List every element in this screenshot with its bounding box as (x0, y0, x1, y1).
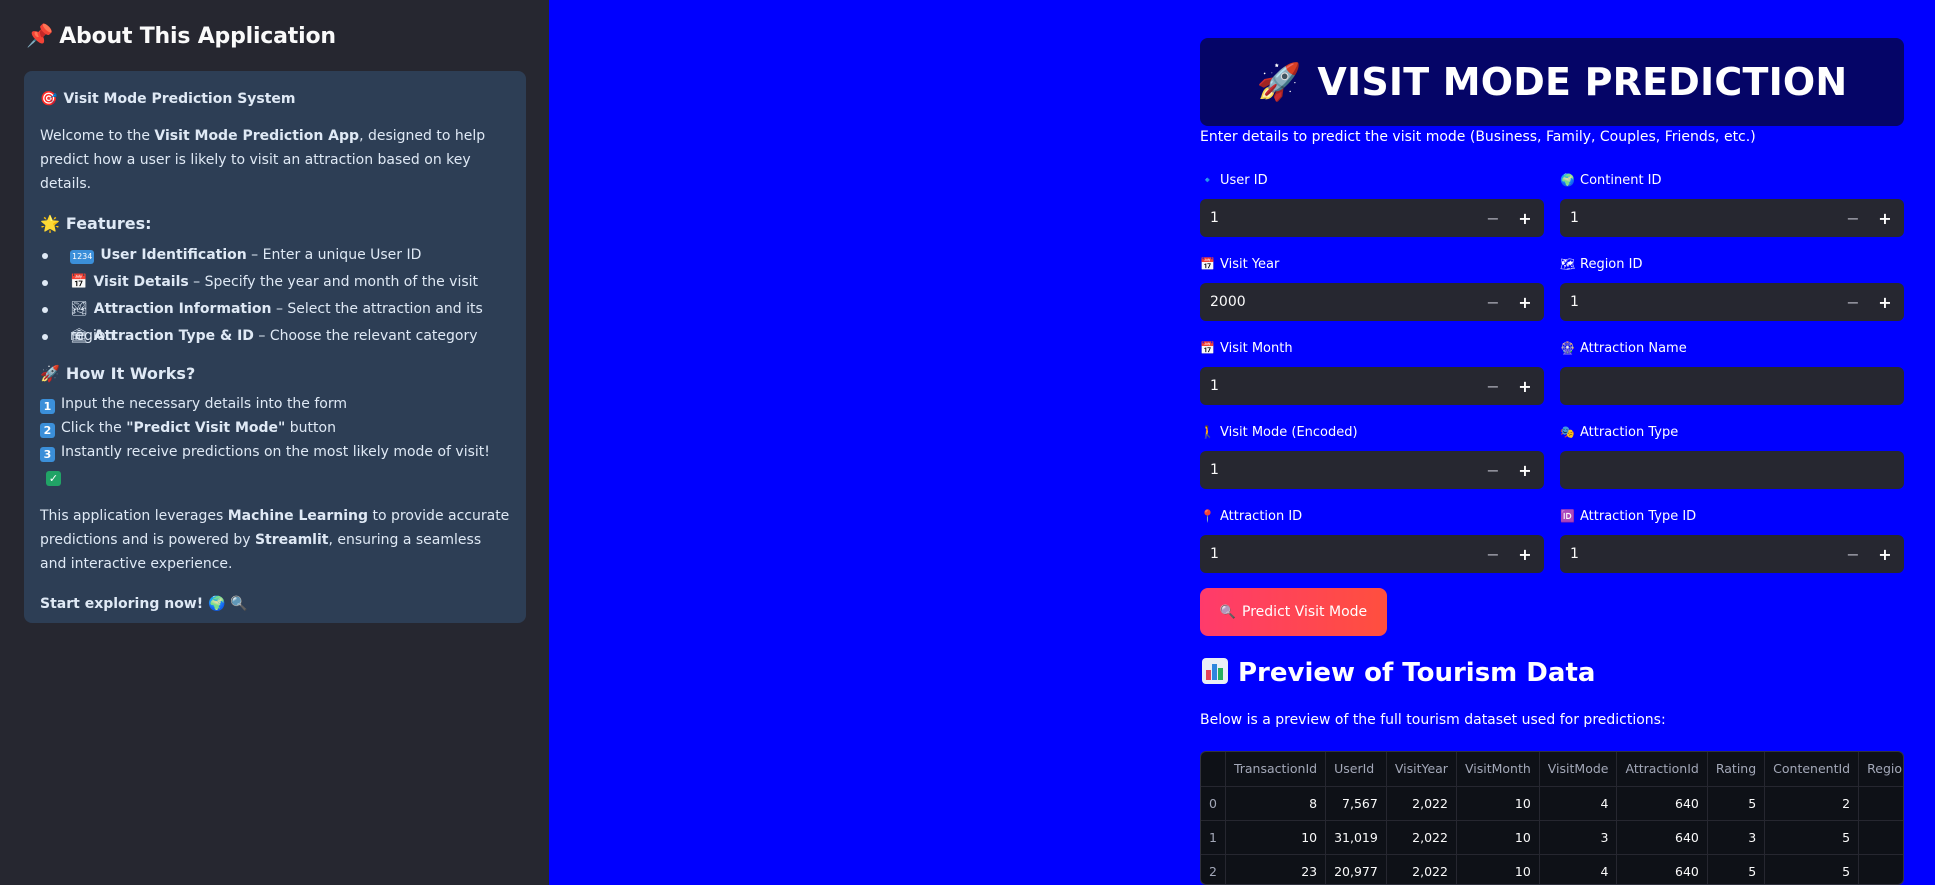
attraction-type-id-field: 🆔 Attraction Type ID 1 − + (1560, 506, 1904, 573)
attraction-name-field: 🎡 Attraction Name (1560, 338, 1904, 405)
sidebar: 📌 About This Application 🎯 Visit Mode Pred… (0, 0, 549, 885)
increment-button[interactable]: + (1869, 283, 1901, 321)
increment-button[interactable]: + (1509, 199, 1541, 237)
hero-banner: 🚀 VISIT MODE PREDICTION (1200, 38, 1904, 126)
list-item: 🏞 Attraction Information – Select the att… (42, 296, 510, 344)
region-id-input[interactable]: 1 − + (1560, 283, 1904, 321)
continent-id-input[interactable]: 1 − + (1560, 199, 1904, 237)
welcome-text: Welcome to the Visit Mode Prediction App… (40, 128, 486, 192)
about-info-box: 🎯 Visit Mode Prediction System Welcome to… (24, 71, 526, 623)
page-title: VISIT MODE PREDICTION (1317, 60, 1848, 104)
list-item: 1234 User Identification – Enter a unique… (42, 242, 510, 269)
increment-button[interactable]: + (1869, 199, 1901, 237)
attraction-name-input[interactable] (1560, 367, 1904, 405)
attraction-id-input[interactable]: 1 − + (1200, 535, 1544, 573)
list-item: 3 Instantly receive predictions on the mo… (40, 440, 510, 488)
list-item: 🏛 Attraction Type & ID – Choose the relev… (42, 323, 510, 350)
list-item: 📅 Visit Details – Specify the year and mo… (42, 269, 510, 296)
decrement-button[interactable]: − (1837, 199, 1869, 237)
rocket-icon: 🚀 (1256, 62, 1302, 103)
column-header[interactable]: VisitMode (1539, 752, 1618, 787)
increment-button[interactable]: + (1509, 451, 1541, 489)
column-header[interactable]: RegionId (1858, 752, 1903, 787)
region-id-field: 🗺 Region ID 1 − + (1560, 254, 1904, 321)
column-header[interactable]: Rating (1707, 752, 1766, 787)
table-row[interactable]: 0 8 7,567 2,022 10 4 640 5 2 (1201, 786, 1903, 821)
decrement-button[interactable]: − (1477, 283, 1509, 321)
user-id-input[interactable]: 1 − + (1200, 199, 1544, 237)
visit-mode-field: 🚶 Visit Mode (Encoded) 1 − + (1200, 422, 1544, 489)
numbers-icon: 1234 (70, 250, 95, 264)
increment-button[interactable]: + (1509, 535, 1541, 573)
page-subtitle: Enter details to predict the visit mode … (1200, 129, 1756, 145)
attraction-id-field: 📍 Attraction ID 1 − + (1200, 506, 1544, 573)
how-it-works-heading: 🚀 How It Works? (40, 362, 510, 386)
features-list: 1234 User Identification – Enter a unique… (40, 242, 510, 350)
column-header[interactable]: ContenentId (1764, 752, 1860, 787)
column-header[interactable]: TransactionId (1225, 752, 1327, 787)
data-table[interactable]: TransactionId UserId VisitYear VisitMont… (1200, 751, 1904, 885)
attraction-type-input[interactable] (1560, 451, 1904, 489)
features-heading: 🌟 Features: (40, 212, 510, 236)
decrement-button[interactable]: − (1477, 199, 1509, 237)
predict-visit-mode-button[interactable]: 🔍 Predict Visit Mode (1200, 588, 1387, 636)
visit-mode-input[interactable]: 1 − + (1200, 451, 1544, 489)
list-item: 1 Input the necessary details into the fo… (40, 392, 510, 416)
ml-description: This application leverages Machine Learn… (40, 508, 510, 572)
column-header[interactable]: AttractionId (1616, 752, 1708, 787)
map-icon: 🗺 (1560, 257, 1576, 271)
main-content: 🚀 VISIT MODE PREDICTION Enter details to… (1200, 0, 1904, 885)
sidebar-title: 📌 About This Application (26, 24, 336, 49)
rocket-icon: 🚀 (40, 364, 60, 383)
column-header[interactable]: UserId (1325, 752, 1387, 787)
check-mark-icon: ✓ (46, 471, 61, 486)
visit-month-input[interactable]: 1 − + (1200, 367, 1544, 405)
attraction-type-id-input[interactable]: 1 − + (1560, 535, 1904, 573)
attraction-type-field: 🎭 Attraction Type (1560, 422, 1904, 489)
cta-text: Start exploring now! 🌍 🔍 (40, 596, 248, 612)
theater-masks-icon: 🎭 (1560, 425, 1575, 439)
calendar-icon: 📅 (1200, 341, 1215, 355)
increment-button[interactable]: + (1509, 283, 1541, 321)
pushpin-icon: 📌 (26, 24, 54, 49)
walking-person-icon: 🚶 (1200, 425, 1215, 439)
landscape-icon: 🏞 (70, 301, 88, 317)
id-icon: 🆔 (1560, 509, 1575, 523)
user-id-field: 🔹 User ID 1 − + (1200, 170, 1544, 237)
globe-icon: 🌍 (1560, 173, 1575, 187)
decrement-button[interactable]: − (1477, 451, 1509, 489)
calendar-icon: 📅 (70, 274, 88, 290)
decrement-button[interactable]: − (1477, 535, 1509, 573)
visit-month-field: 📅 Visit Month 1 − + (1200, 338, 1544, 405)
steps-list: 1 Input the necessary details into the fo… (40, 392, 510, 488)
blue-diamond-icon: 🔹 (1200, 173, 1215, 187)
continent-id-field: 🌍 Continent ID 1 − + (1560, 170, 1904, 237)
target-icon: 🎯 (40, 91, 58, 107)
ferris-wheel-icon: 🎡 (1560, 341, 1575, 355)
table-header-row: TransactionId UserId VisitYear VisitMont… (1201, 752, 1903, 787)
calendar-icon: 📅 (1200, 257, 1215, 271)
preview-heading: Preview of Tourism Data (1202, 658, 1595, 688)
column-header[interactable]: VisitYear (1386, 752, 1457, 787)
column-header[interactable]: VisitMonth (1456, 752, 1540, 787)
decrement-button[interactable]: − (1477, 367, 1509, 405)
visit-year-field: 📅 Visit Year 2000 − + (1200, 254, 1544, 321)
preview-description: Below is a preview of the full tourism d… (1200, 712, 1666, 728)
visit-year-input[interactable]: 2000 − + (1200, 283, 1544, 321)
bar-chart-icon (1202, 658, 1228, 684)
table-row[interactable]: 2 23 20,977 2,022 10 4 640 5 5 2 (1201, 854, 1903, 884)
table-row[interactable]: 1 10 31,019 2,022 10 3 640 3 5 1 (1201, 820, 1903, 855)
about-box-heading: 🎯 Visit Mode Prediction System (40, 87, 510, 111)
decrement-button[interactable]: − (1837, 535, 1869, 573)
decrement-button[interactable]: − (1837, 283, 1869, 321)
pin-icon: 📍 (1200, 509, 1215, 523)
increment-button[interactable]: + (1509, 367, 1541, 405)
classical-building-icon: 🏛 (70, 328, 88, 344)
sun-icon: 🌟 (40, 214, 60, 233)
list-item: 2 Click the "Predict Visit Mode" button (40, 416, 510, 440)
magnifier-icon: 🔍 (1219, 604, 1237, 620)
index-header (1201, 752, 1226, 787)
increment-button[interactable]: + (1869, 535, 1901, 573)
